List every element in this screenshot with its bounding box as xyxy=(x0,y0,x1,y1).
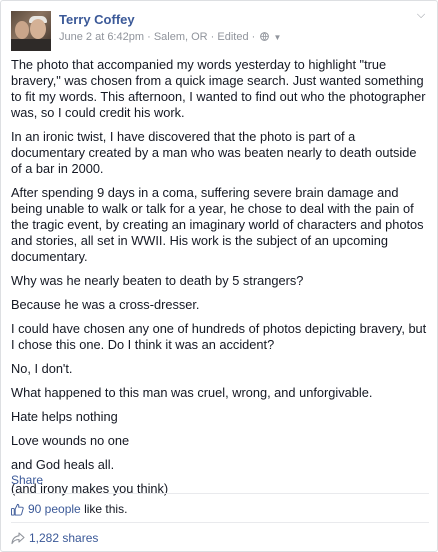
post-paragraph: Because he was a cross-dresser. xyxy=(11,297,200,312)
share-button[interactable]: Share xyxy=(11,473,43,487)
shares-summary[interactable]: 1,282 shares xyxy=(11,531,98,545)
post-card: ⌵ Terry Coffey June 2 at 6:42pm · Salem,… xyxy=(0,0,438,552)
post-options-chevron-icon[interactable]: ⌵ xyxy=(415,9,427,21)
post-meta: June 2 at 6:42pm · Salem, OR · Edited · … xyxy=(59,31,282,43)
shares-count[interactable]: 1,282 shares xyxy=(29,531,98,545)
post-paragraph: I could have chosen any one of hundreds … xyxy=(11,321,427,352)
author-name[interactable]: Terry Coffey xyxy=(59,12,135,27)
post-paragraph: and God heals all. xyxy=(11,457,115,472)
post-paragraph: (and irony makes you think) xyxy=(11,481,169,496)
likes-count-link[interactable]: 90 people xyxy=(28,502,81,516)
post-paragraph: The photo that accompanied my words yest… xyxy=(11,57,426,120)
divider xyxy=(11,522,429,523)
likes-summary: 90 people like this. xyxy=(11,502,127,516)
post-paragraph: No, I don't. xyxy=(11,361,73,376)
avatar[interactable] xyxy=(11,11,51,51)
post-location[interactable]: Salem, OR xyxy=(154,31,208,43)
post-paragraph: Why was he nearly beaten to death by 5 s… xyxy=(11,273,304,288)
audience-caret-icon[interactable]: ▼ xyxy=(273,33,281,42)
post-paragraph: In an ironic twist, I have discovered th… xyxy=(11,129,417,176)
post-body: The photo that accompanied my words yest… xyxy=(11,57,429,505)
post-paragraph: Hate helps nothing xyxy=(11,409,118,424)
edited-label[interactable]: Edited xyxy=(217,31,248,43)
share-arrow-icon xyxy=(11,532,25,545)
divider xyxy=(11,493,429,494)
post-paragraph: Love wounds no one xyxy=(11,433,130,448)
likes-suffix: like this. xyxy=(84,502,128,516)
post-paragraph: What happened to this man was cruel, wro… xyxy=(11,385,373,400)
post-date[interactable]: June 2 at 6:42pm xyxy=(59,31,144,43)
audience-globe-icon[interactable] xyxy=(260,32,270,41)
post-paragraph: After spending 9 days in a coma, sufferi… xyxy=(11,185,424,264)
like-thumb-icon xyxy=(11,503,24,516)
